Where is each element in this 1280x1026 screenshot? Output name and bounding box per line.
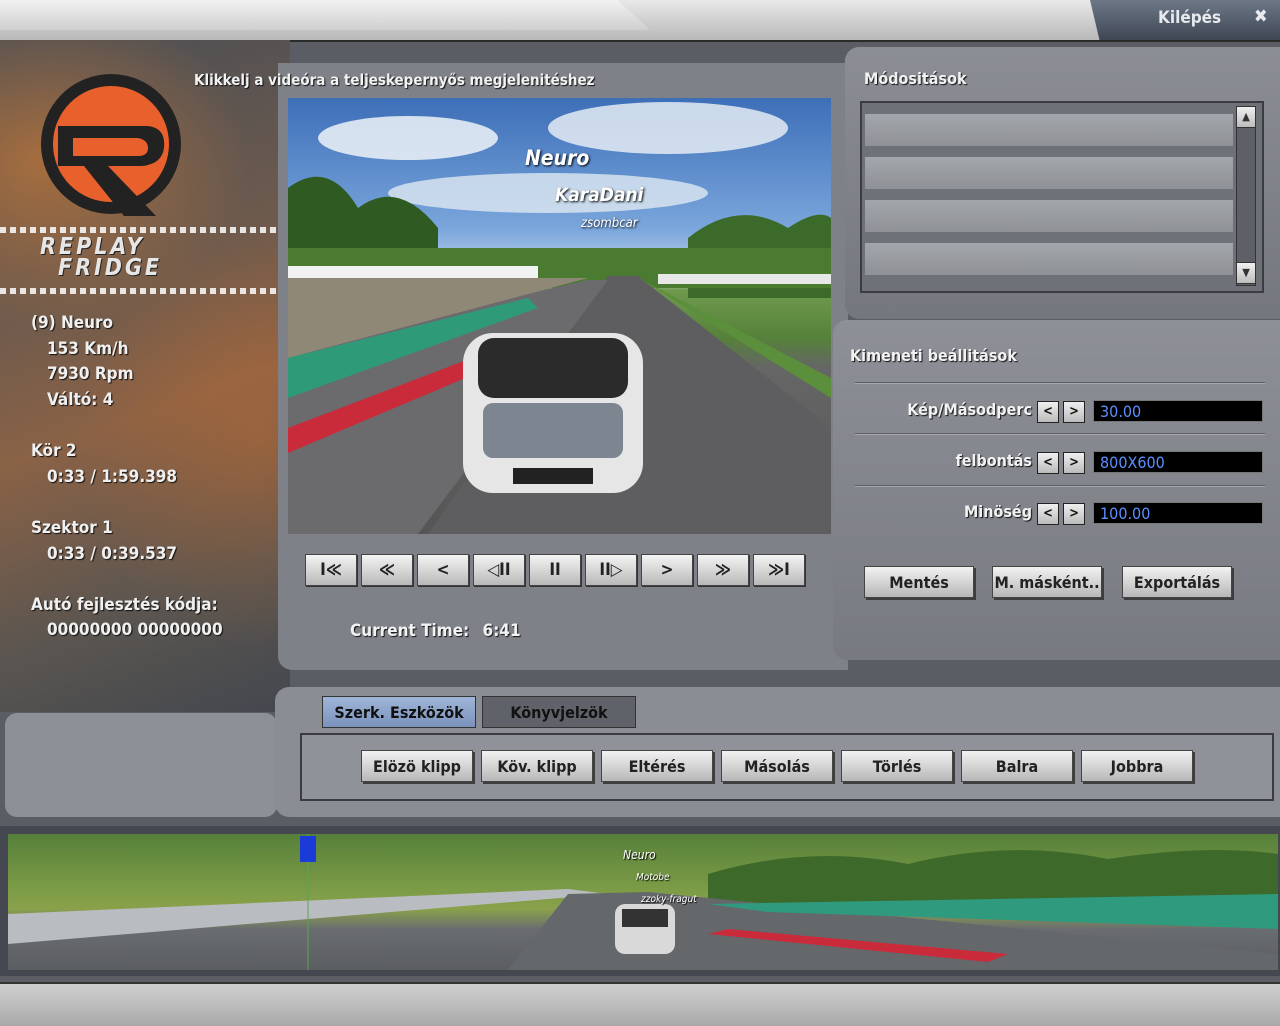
timeline-nametag-3: zzoky-fragut xyxy=(641,894,697,905)
timeline-marker-icon[interactable] xyxy=(300,836,316,862)
pause-button[interactable]: II xyxy=(529,554,581,586)
scrollbar[interactable] xyxy=(1236,106,1256,286)
fps-increase-icon[interactable]: > xyxy=(1063,401,1085,423)
timeline-nametag-1: Neuro xyxy=(623,848,656,862)
divider xyxy=(855,485,1265,486)
previous-clip-button[interactable]: Elözö klipp xyxy=(361,750,473,782)
fps-field[interactable]: 30.00 xyxy=(1093,400,1263,422)
quality-decrease-icon[interactable]: < xyxy=(1037,503,1059,525)
current-time-label: Current Time: xyxy=(350,621,470,641)
top-left-tab xyxy=(0,0,650,30)
tab-editing-tools[interactable]: Szerk. Eszközök xyxy=(322,696,476,728)
fast-forward-button[interactable]: ≫ xyxy=(697,554,749,586)
logo-line-2: FRIDGE xyxy=(58,255,163,281)
save-button[interactable]: Mentés xyxy=(864,566,974,598)
exit-button-label[interactable]: Kilépés xyxy=(1158,8,1221,28)
save-as-button[interactable]: M. másként.. xyxy=(992,566,1102,598)
timeline-nametag-2: Motobe xyxy=(636,872,670,883)
tab-bookmarks[interactable]: Könyvjelzök xyxy=(482,696,636,728)
move-left-button[interactable]: Balra xyxy=(961,750,1073,782)
sector-label: Szektor 1 xyxy=(31,518,113,538)
difference-button[interactable]: Eltérés xyxy=(601,750,713,782)
list-item[interactable] xyxy=(865,114,1233,146)
scroll-down-icon[interactable]: ▼ xyxy=(1236,262,1256,284)
video-preview[interactable]: Neuro KaraDani zsombcar xyxy=(288,98,831,534)
divider xyxy=(855,382,1265,383)
output-settings-panel xyxy=(833,320,1280,660)
output-settings-title: Kimeneti beállitások xyxy=(850,346,1017,365)
video-nametag-2: KaraDani xyxy=(555,184,644,206)
delete-button[interactable]: Törlés xyxy=(841,750,953,782)
logo-dotted-line-bottom xyxy=(0,288,285,294)
resolution-increase-icon[interactable]: > xyxy=(1063,452,1085,474)
skip-to-start-button[interactable]: I≪ xyxy=(305,554,357,586)
step-back-button[interactable]: ◁II xyxy=(473,554,525,586)
list-item[interactable] xyxy=(865,243,1233,275)
car-code: 00000000 00000000 xyxy=(47,620,223,640)
modifications-title: Módositások xyxy=(864,69,967,88)
video-nametag-3: zsombcar xyxy=(581,216,638,231)
replay-fridge-logo-icon xyxy=(41,74,181,216)
close-icon[interactable]: ✖ xyxy=(1254,6,1268,27)
fps-label: Kép/Másodperc xyxy=(907,400,1032,419)
rpm-value: 7930 Rpm xyxy=(47,364,134,384)
video-nametag-1: Neuro xyxy=(525,146,590,170)
quality-field[interactable]: 100.00 xyxy=(1093,502,1263,524)
divider xyxy=(855,433,1265,434)
list-item[interactable] xyxy=(865,157,1233,189)
export-button[interactable]: Exportálás xyxy=(1122,566,1232,598)
resolution-decrease-icon[interactable]: < xyxy=(1037,452,1059,474)
logo-dotted-line-top xyxy=(0,227,285,233)
lap-label: Kör 2 xyxy=(31,441,77,461)
bottom-bar xyxy=(0,982,1280,1026)
speed-value: 153 Km/h xyxy=(47,339,129,359)
sector-time: 0:33 / 0:39.537 xyxy=(47,544,178,564)
rewind-button[interactable]: < xyxy=(417,554,469,586)
resolution-label: felbontás xyxy=(955,451,1032,470)
move-right-button[interactable]: Jobbra xyxy=(1081,750,1193,782)
current-time-value: 6:41 xyxy=(482,621,521,641)
rewind-fast-button[interactable]: ≪ xyxy=(361,554,413,586)
driver-name: (9) Neuro xyxy=(31,313,114,333)
quality-label: Minöség xyxy=(963,502,1032,521)
skip-to-end-button[interactable]: ≫I xyxy=(753,554,805,586)
play-button[interactable]: > xyxy=(641,554,693,586)
timeline-strip[interactable]: Neuro Motobe zzoky-fragut xyxy=(8,834,1278,970)
top-bar xyxy=(0,0,1280,42)
list-item[interactable] xyxy=(865,200,1233,232)
resolution-field[interactable]: 800X600 xyxy=(1093,451,1263,473)
car-code-label: Autó fejlesztés kódja: xyxy=(31,595,218,615)
current-time: Current Time: 6:41 xyxy=(350,621,521,641)
scroll-up-icon[interactable]: ▲ xyxy=(1236,106,1256,128)
video-caption: Klikkelj a videóra a teljeskepernyős meg… xyxy=(194,71,595,89)
copy-button[interactable]: Másolás xyxy=(721,750,833,782)
step-forward-button[interactable]: II▷ xyxy=(585,554,637,586)
lap-time: 0:33 / 1:59.398 xyxy=(47,467,178,487)
gear-value: Váltó: 4 xyxy=(47,390,114,410)
quality-increase-icon[interactable]: > xyxy=(1063,503,1085,525)
logo-text: REPLAY FRIDGE xyxy=(40,236,163,281)
next-clip-button[interactable]: Köv. klipp xyxy=(481,750,593,782)
left-lower-panel xyxy=(5,713,277,817)
fps-decrease-icon[interactable]: < xyxy=(1037,401,1059,423)
